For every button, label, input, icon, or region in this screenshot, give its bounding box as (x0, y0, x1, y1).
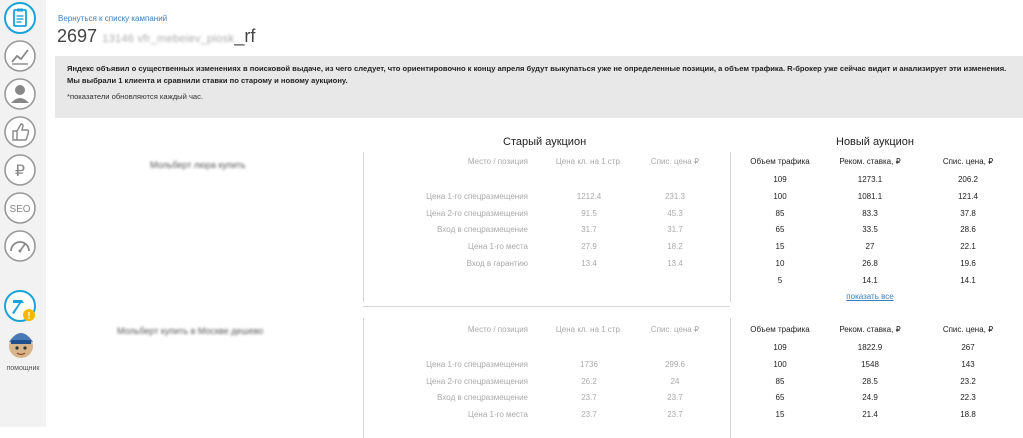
old-spend-cell: 24 (670, 376, 680, 386)
campaign-name-blurred: 13146 vfr_mebeiev_piosk (102, 33, 235, 45)
helper-label[interactable]: помощник (0, 365, 46, 372)
show-all-link[interactable]: показать все (815, 292, 925, 301)
new-spend-cell: 23.2 (960, 376, 976, 386)
notice-text: Яндекс объявил о существенных изменениях… (67, 64, 1007, 85)
campaign-suffix: _rf (234, 26, 256, 46)
new-spend-cell: 121.4 (957, 191, 979, 201)
new-auction-heading: Новый аукцион (836, 136, 914, 148)
old-position-cell: Цена 2-го спецразмещения (426, 208, 528, 218)
new-spend-cell: 143 (961, 359, 975, 369)
new-spend-cell: 22.1 (960, 242, 976, 252)
svg-text:SEO: SEO (9, 204, 30, 215)
thumbs-up-icon[interactable] (4, 116, 36, 148)
svg-text:₽: ₽ (15, 161, 25, 180)
new-spend-cell: 14.1 (960, 275, 976, 285)
new-spend-cell: 28.6 (960, 225, 976, 235)
old-col-spend-header: Спис. цена ₽ (650, 157, 700, 166)
new-spend-cell: 18.8 (960, 410, 976, 420)
notice-note: *показатели обновляются каждый час. (67, 92, 204, 101)
new-col-spend-header: Спис. цена, ₽ (942, 157, 994, 166)
column-divider (363, 152, 364, 302)
ruble-icon[interactable]: ₽ (4, 154, 36, 186)
stats-chart-icon[interactable] (4, 40, 36, 72)
keyword-name: Мольберт люра купить (150, 160, 246, 170)
campaign-id: 2697 (57, 26, 98, 46)
sidebar: ₽ SEO ! помощник (0, 0, 46, 427)
speedometer-icon[interactable] (4, 230, 36, 262)
old-position-cell: Цена 1-го спецразмещения (426, 191, 528, 201)
old-position-cell: Цена 1-го места (468, 242, 528, 252)
old-col-position-header: Место / позиция (467, 157, 528, 166)
old-position-cell: Вход в спецразмещение (437, 225, 528, 235)
row-divider (363, 306, 730, 307)
old-spend-cell: 23.7 (667, 393, 683, 403)
back-to-campaigns-link[interactable]: Вернуться к списку кампаний (58, 14, 167, 23)
old-spend-cell: 23.7 (667, 410, 683, 420)
old-spend-cell: 231.3 (664, 191, 686, 201)
new-col-spend-header: Спис. цена, ₽ (942, 325, 994, 334)
keyword-name: Мольберт купить в Москве дешево (117, 326, 264, 336)
new-spend-cell: 206.2 (957, 175, 979, 184)
old-spend-cell: 13.4 (667, 259, 683, 268)
old-col-spend-header: Спис. цена ₽ (650, 325, 700, 334)
hammer-warning-icon[interactable]: ! (4, 290, 36, 322)
helper-avatar-icon[interactable] (5, 328, 37, 360)
new-spend-cell: 37.8 (960, 208, 976, 218)
user-icon[interactable] (4, 78, 36, 110)
clipboard-icon[interactable] (4, 2, 36, 34)
old-col-position-header: Место / позиция (467, 325, 528, 334)
old-auction-heading: Старый аукцион (503, 136, 587, 148)
old-spend-cell: 45.3 (667, 208, 683, 218)
old-position-cell: Вход в спецразмещение (437, 393, 528, 403)
old-position-cell: Вход в гарантию (466, 259, 528, 268)
new-spend-cell: 19.6 (960, 259, 976, 268)
notice-box: Яндекс объявил о существенных изменениях… (55, 56, 1023, 118)
old-spend-cell: 31.7 (667, 225, 683, 235)
old-spend-cell: 299.6 (664, 359, 686, 369)
campaign-title: 2697 13146 vfr_mebeiev_piosk_rf (57, 26, 255, 47)
svg-text:!: ! (28, 311, 31, 321)
old-position-cell: Цена 1-го спецразмещения (426, 359, 528, 369)
new-spend-cell: 267 (961, 343, 975, 352)
seo-icon[interactable]: SEO (4, 192, 36, 224)
old-position-cell: Цена 1-го места (468, 410, 528, 420)
old-position-cell: Цена 2-го спецразмещения (426, 376, 528, 386)
old-spend-cell: 18.2 (667, 242, 683, 252)
new-spend-cell: 22.3 (960, 393, 976, 403)
column-divider (363, 318, 364, 438)
